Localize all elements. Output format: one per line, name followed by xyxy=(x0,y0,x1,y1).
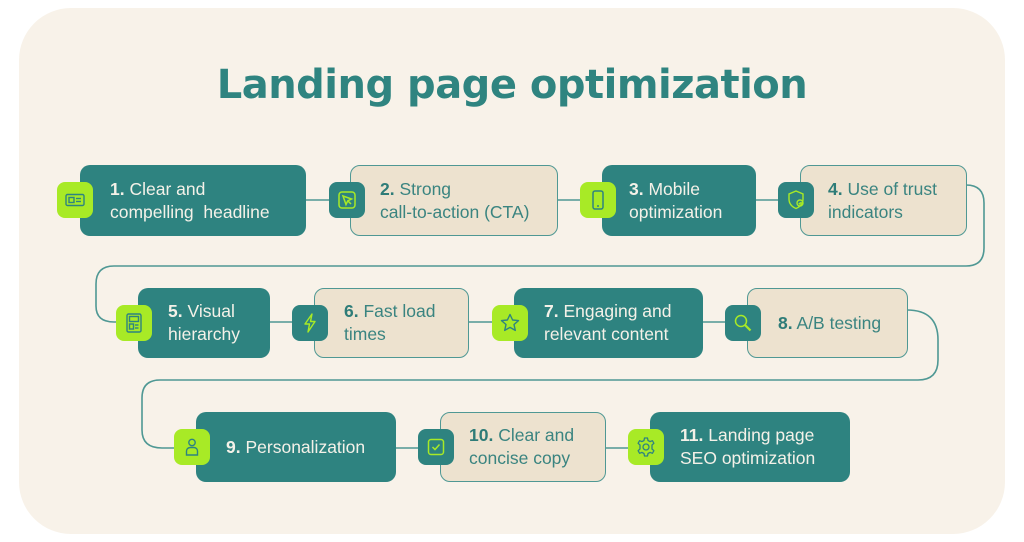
step-number: 2. xyxy=(380,178,395,199)
step-text: SEO optimization xyxy=(680,448,816,468)
smartphone-icon xyxy=(580,182,616,218)
gear-icon xyxy=(628,429,664,465)
star-icon xyxy=(492,305,528,341)
step-text: Visual xyxy=(187,301,235,321)
step-text: times xyxy=(344,324,386,344)
step-text: Engaging and xyxy=(563,301,672,321)
id-card-icon xyxy=(57,182,93,218)
step-text: relevant content xyxy=(544,324,669,344)
step-text: indicators xyxy=(828,201,903,222)
step-1: 1. Clear and compelling headline xyxy=(80,165,306,236)
step-3: 3. Mobile optimization xyxy=(602,165,756,236)
step-2: 2. Strong call-to-action (CTA) xyxy=(350,165,558,236)
step-text: Landing page xyxy=(708,425,815,445)
magnifier-icon xyxy=(725,305,761,341)
lightning-icon xyxy=(292,305,328,341)
step-number: 11. xyxy=(680,425,704,445)
step-9: 9. Personalization xyxy=(196,412,396,482)
checkbox-icon xyxy=(418,429,454,465)
step-8: 8. A/B testing xyxy=(747,288,908,358)
step-text: concise copy xyxy=(469,448,571,468)
step-text: A/B testing xyxy=(796,312,882,333)
step-number: 1. xyxy=(110,178,125,199)
step-text: Strong xyxy=(399,178,452,199)
step-text: Fast load xyxy=(363,301,436,321)
step-text: compelling headline xyxy=(110,201,270,222)
user-icon xyxy=(174,429,210,465)
step-6: 6. Fast load times xyxy=(314,288,469,358)
step-text: Use of trust xyxy=(847,178,937,199)
step-number: 7. xyxy=(544,301,559,321)
step-number: 4. xyxy=(828,178,843,199)
shield-check-icon xyxy=(778,182,814,218)
step-4: 4. Use of trust indicators xyxy=(800,165,967,236)
step-text: Clear and xyxy=(498,425,575,445)
step-number: 3. xyxy=(629,178,644,199)
step-text: Personalization xyxy=(245,436,366,457)
step-11: 11. Landing page SEO optimization xyxy=(650,412,850,482)
step-10: 10. Clear and concise copy xyxy=(440,412,606,482)
layout-icon xyxy=(116,305,152,341)
step-number: 10. xyxy=(469,425,494,445)
step-text: call-to-action (CTA) xyxy=(380,201,530,222)
step-number: 5. xyxy=(168,301,183,321)
step-7: 7. Engaging and relevant content xyxy=(514,288,703,358)
cursor-arrow-icon xyxy=(329,182,365,218)
step-text: Mobile xyxy=(648,178,701,199)
step-5: 5. Visual hierarchy xyxy=(138,288,270,358)
step-text: Clear and xyxy=(129,178,206,199)
step-text: hierarchy xyxy=(168,324,240,344)
step-text: optimization xyxy=(629,201,723,222)
step-number: 9. xyxy=(226,436,241,457)
step-number: 8. xyxy=(778,312,793,333)
step-number: 6. xyxy=(344,301,359,321)
